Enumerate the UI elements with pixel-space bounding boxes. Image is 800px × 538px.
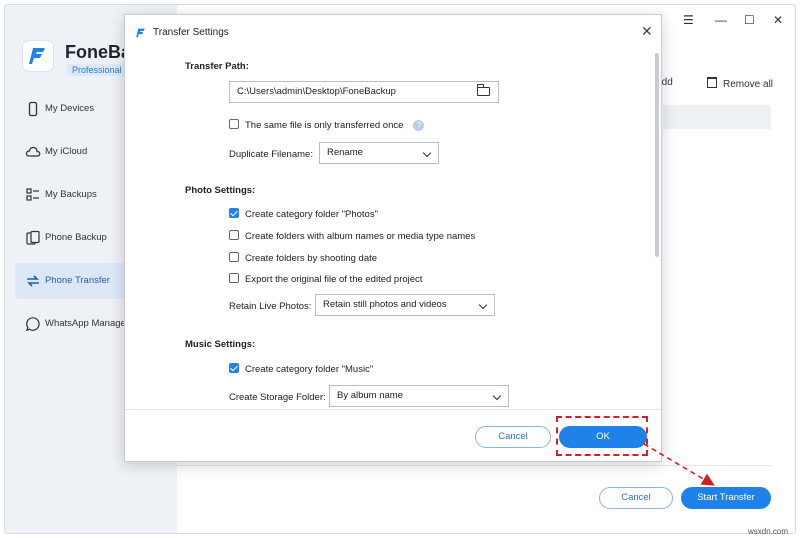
annotation-arrow bbox=[643, 443, 715, 486]
watermark: wsxdn.com bbox=[748, 527, 789, 536]
